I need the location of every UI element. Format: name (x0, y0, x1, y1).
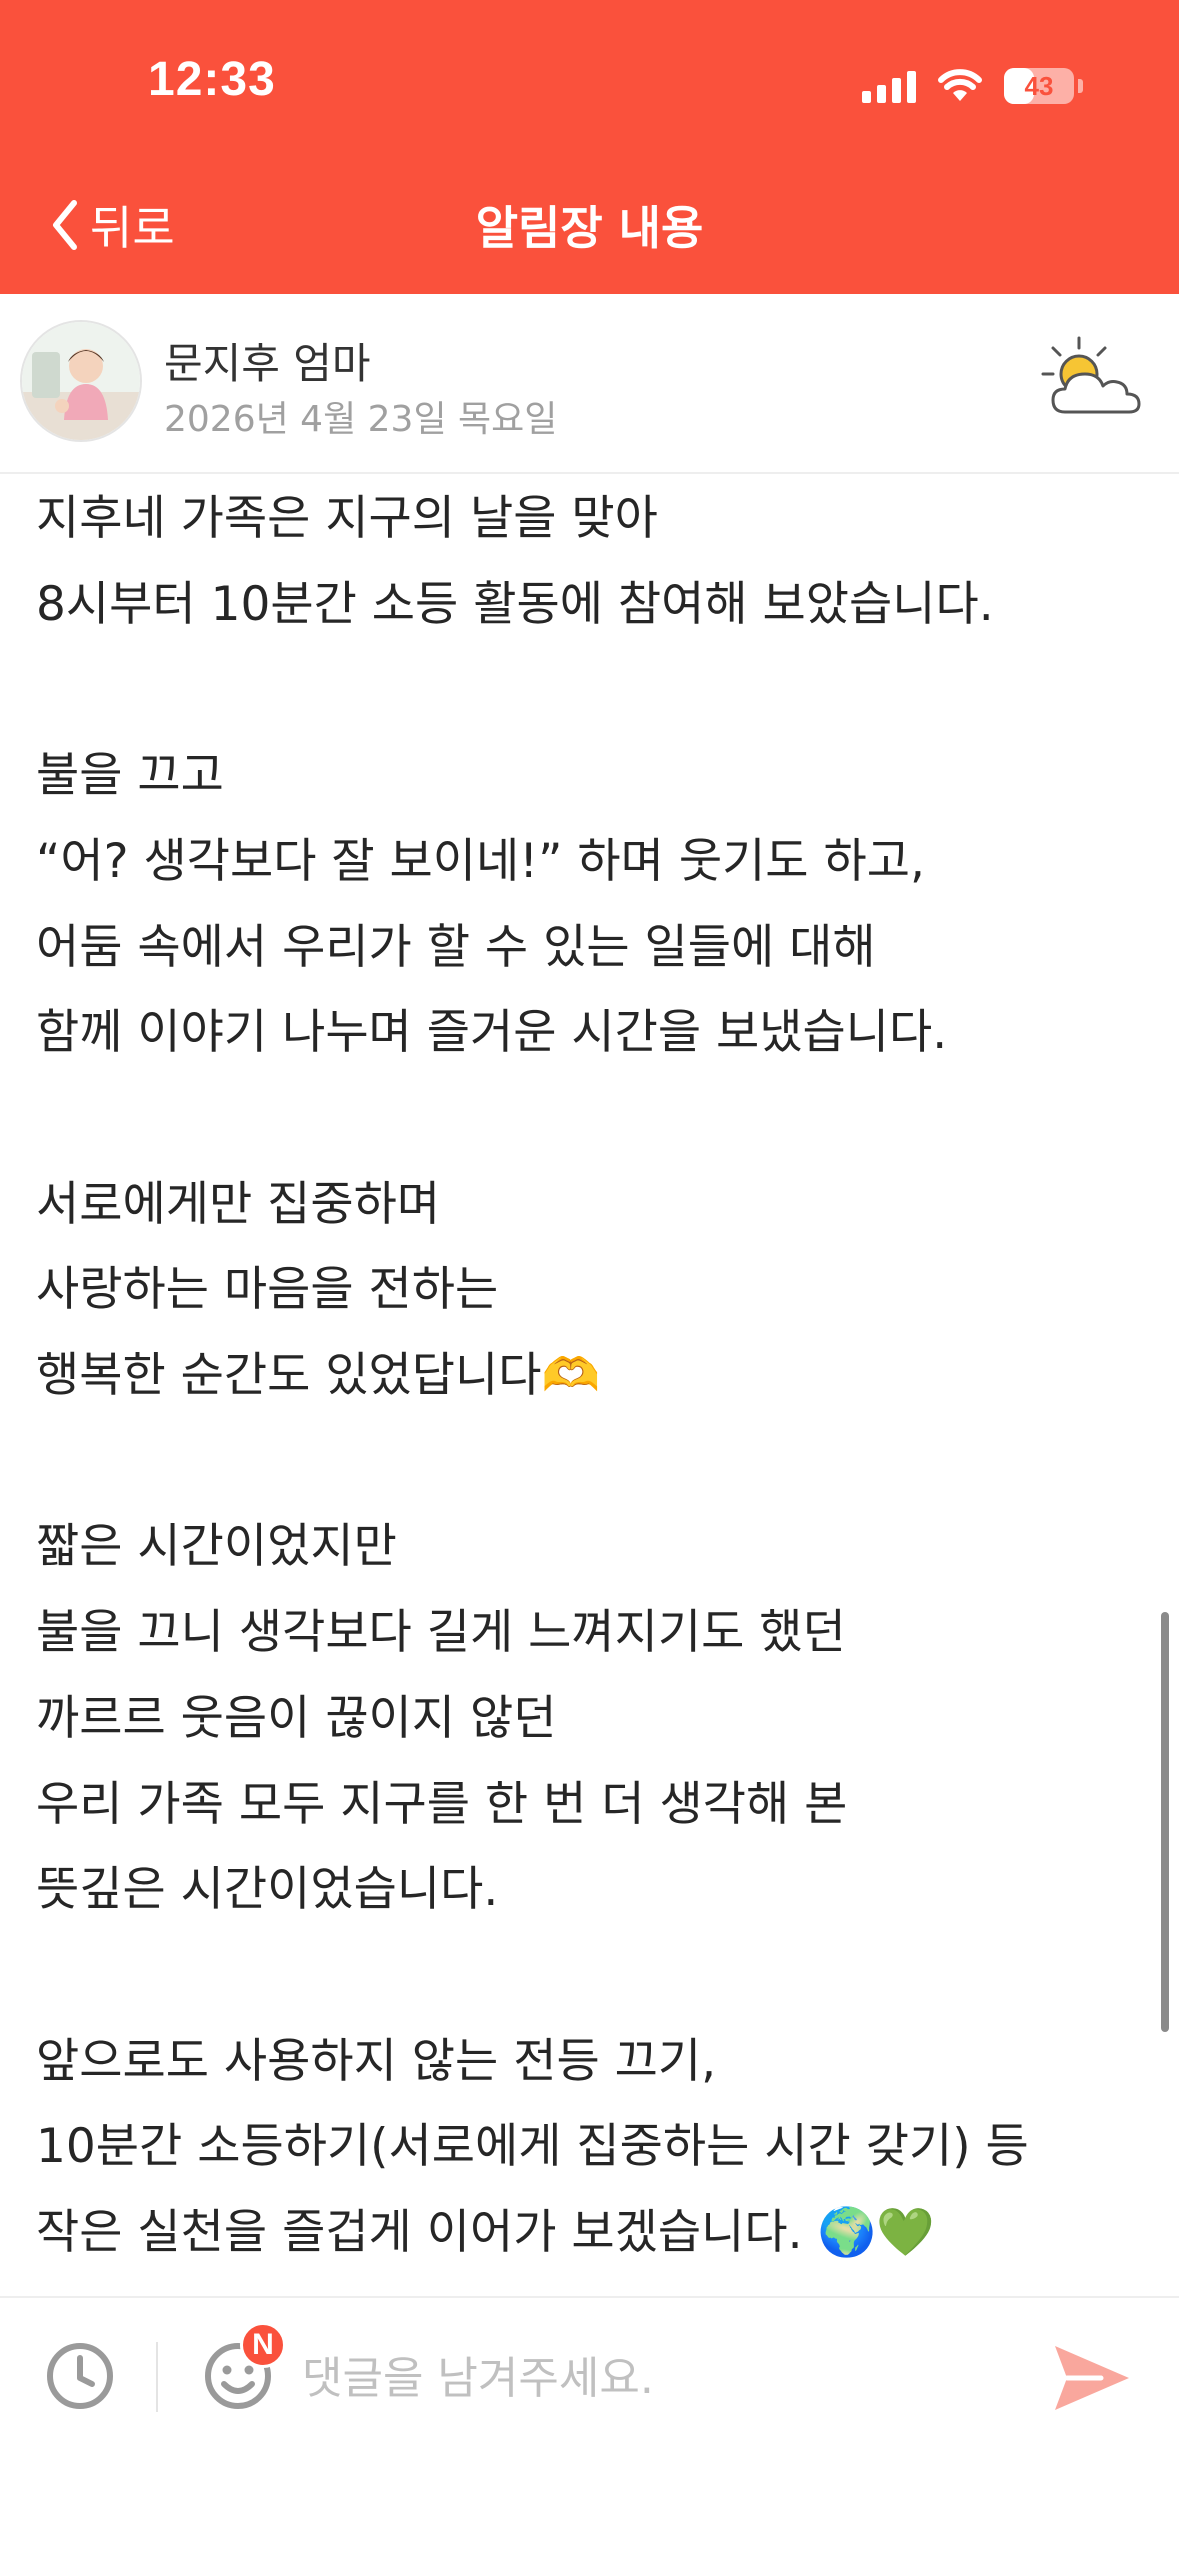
battery-level: 43 (1024, 70, 1054, 101)
divider (156, 2342, 158, 2412)
wifi-icon (938, 69, 982, 101)
battery-icon: 43 (1004, 68, 1074, 104)
comment-bar: N (0, 2296, 1179, 2558)
app-header: 12:33 43 뒤로 알림장 내용 (0, 0, 1179, 294)
comment-input[interactable] (300, 2340, 1004, 2416)
post-body: 지후네 가족은 지구의 날을 맞아 8시부터 10분간 소등 활동에 참여해 보… (36, 491, 1029, 2261)
author-name: 문지후 엄마 (164, 339, 371, 388)
child-photo-icon (22, 322, 140, 440)
cellular-signal-icon (862, 69, 916, 103)
author-bar: 문지후 엄마 2026년 4월 23일 목요일 (0, 294, 1179, 474)
status-icons: 43 (862, 64, 1083, 108)
sun-behind-cloud-icon (1041, 336, 1141, 414)
battery-tip (1078, 79, 1083, 93)
avatar[interactable] (20, 320, 142, 442)
post-date: 2026년 4월 23일 목요일 (164, 399, 558, 440)
new-badge: N (240, 2322, 286, 2368)
scrollbar[interactable] (1161, 1612, 1169, 2032)
send-icon[interactable] (1049, 2338, 1135, 2418)
page-title: 알림장 내용 (475, 201, 704, 255)
clock-icon[interactable] (42, 2338, 118, 2414)
status-time: 12:33 (148, 53, 276, 106)
